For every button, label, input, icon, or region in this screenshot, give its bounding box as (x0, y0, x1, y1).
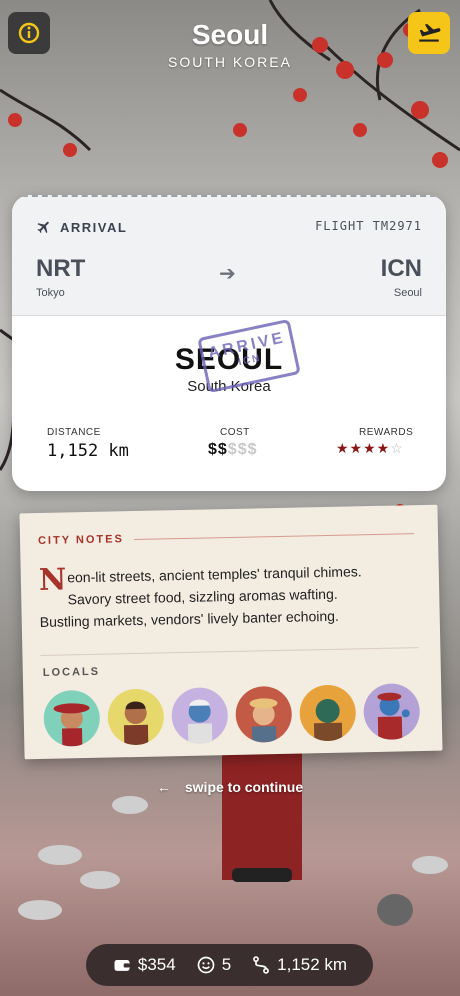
cost-label: COST (220, 427, 250, 438)
rewards-label: REWARDS (359, 427, 414, 438)
woman-red-hat-avatar-icon (53, 703, 90, 747)
cost-active: $$ (208, 441, 228, 458)
man-green-skin-avatar-icon (313, 698, 343, 742)
cost-inactive: $$$ (227, 441, 258, 458)
locals-list (43, 683, 424, 747)
notes-line-1: eon-lit streets, ancient temples' tranqu… (67, 563, 362, 586)
man-hat-avatar-icon (249, 698, 278, 743)
smiley-icon (197, 956, 215, 974)
locals-title: LOCALS (42, 665, 101, 679)
money-stat: $354 (112, 955, 176, 975)
city-notes-card: CITY NOTES Neon-lit streets, ancient tem… (19, 504, 443, 760)
local-avatar[interactable] (235, 685, 293, 743)
destination-code: ICN (380, 255, 422, 282)
arrow-right-icon: ➔ (219, 263, 236, 285)
city-notes-title: CITY NOTES (37, 533, 124, 548)
local-avatar[interactable] (363, 683, 421, 741)
local-avatar[interactable] (171, 687, 229, 745)
rewards-stars-empty: ☆ (390, 440, 404, 456)
distance-label: DISTANCE (47, 427, 101, 438)
woman-apron-avatar-icon (123, 701, 149, 746)
arrow-left-icon: ← (156, 779, 171, 795)
flight-number: FLIGHT TM2971 (315, 219, 422, 233)
notes-divider (40, 647, 419, 656)
swipe-hint[interactable]: ← swipe to continue (0, 779, 460, 795)
city-notes-text: Neon-lit streets, ancient temples' tranq… (39, 559, 420, 633)
destination-city: Seoul (393, 287, 422, 299)
distance-value: 1,152 km (47, 441, 129, 461)
local-avatar[interactable] (299, 684, 357, 742)
local-avatar[interactable] (43, 689, 101, 747)
man-waving-avatar-icon (377, 692, 410, 740)
arrival-label-text: ARRIVAL (60, 219, 128, 235)
city-title: Seoul (191, 19, 269, 50)
people-stat: 5 (196, 955, 231, 975)
drop-cap: N (38, 562, 67, 599)
notes-line-3: Bustling markets, vendors' lively banter… (39, 607, 340, 631)
rewards-stars: ★★★★☆ (336, 440, 404, 457)
cost-value: $$$$$ (208, 441, 258, 459)
status-bar: $354 5 1,152 km (86, 944, 373, 986)
distance-total-value: 1,152 km (277, 955, 348, 974)
money-value: $354 (137, 955, 176, 974)
local-avatar[interactable] (107, 688, 165, 746)
route-icon (253, 956, 270, 974)
airplane-landing-icon (419, 24, 441, 42)
airplane-icon (37, 221, 49, 234)
background-scene (0, 0, 460, 996)
country-subtitle: SOUTH KOREA (168, 54, 292, 70)
flight-button[interactable] (408, 12, 450, 54)
maple-branches-illustration (0, 0, 460, 926)
arrival-label: ARRIVAL (36, 219, 127, 235)
distance-stat: 1,152 km (251, 955, 347, 975)
origin-city: Tokyo (36, 287, 65, 299)
origin-code: NRT (36, 255, 86, 282)
notes-line-2: Savory street food, sizzling aromas waft… (67, 585, 338, 608)
elderly-man-avatar-icon (187, 699, 213, 744)
title-divider (134, 533, 414, 541)
rewards-stars-filled: ★★★★ (336, 440, 391, 456)
swipe-hint-label: swipe to continue (184, 779, 304, 795)
city-header: Seoul SOUTH KOREA (0, 18, 460, 70)
boarding-pass-header: ARRIVAL FLIGHT TM2971 NRT Tokyo ➔ ICN Se… (12, 195, 446, 316)
wallet-icon (114, 960, 130, 971)
boarding-pass-card[interactable]: ARRIVAL FLIGHT TM2971 NRT Tokyo ➔ ICN Se… (12, 195, 446, 491)
people-value: 5 (221, 955, 232, 974)
